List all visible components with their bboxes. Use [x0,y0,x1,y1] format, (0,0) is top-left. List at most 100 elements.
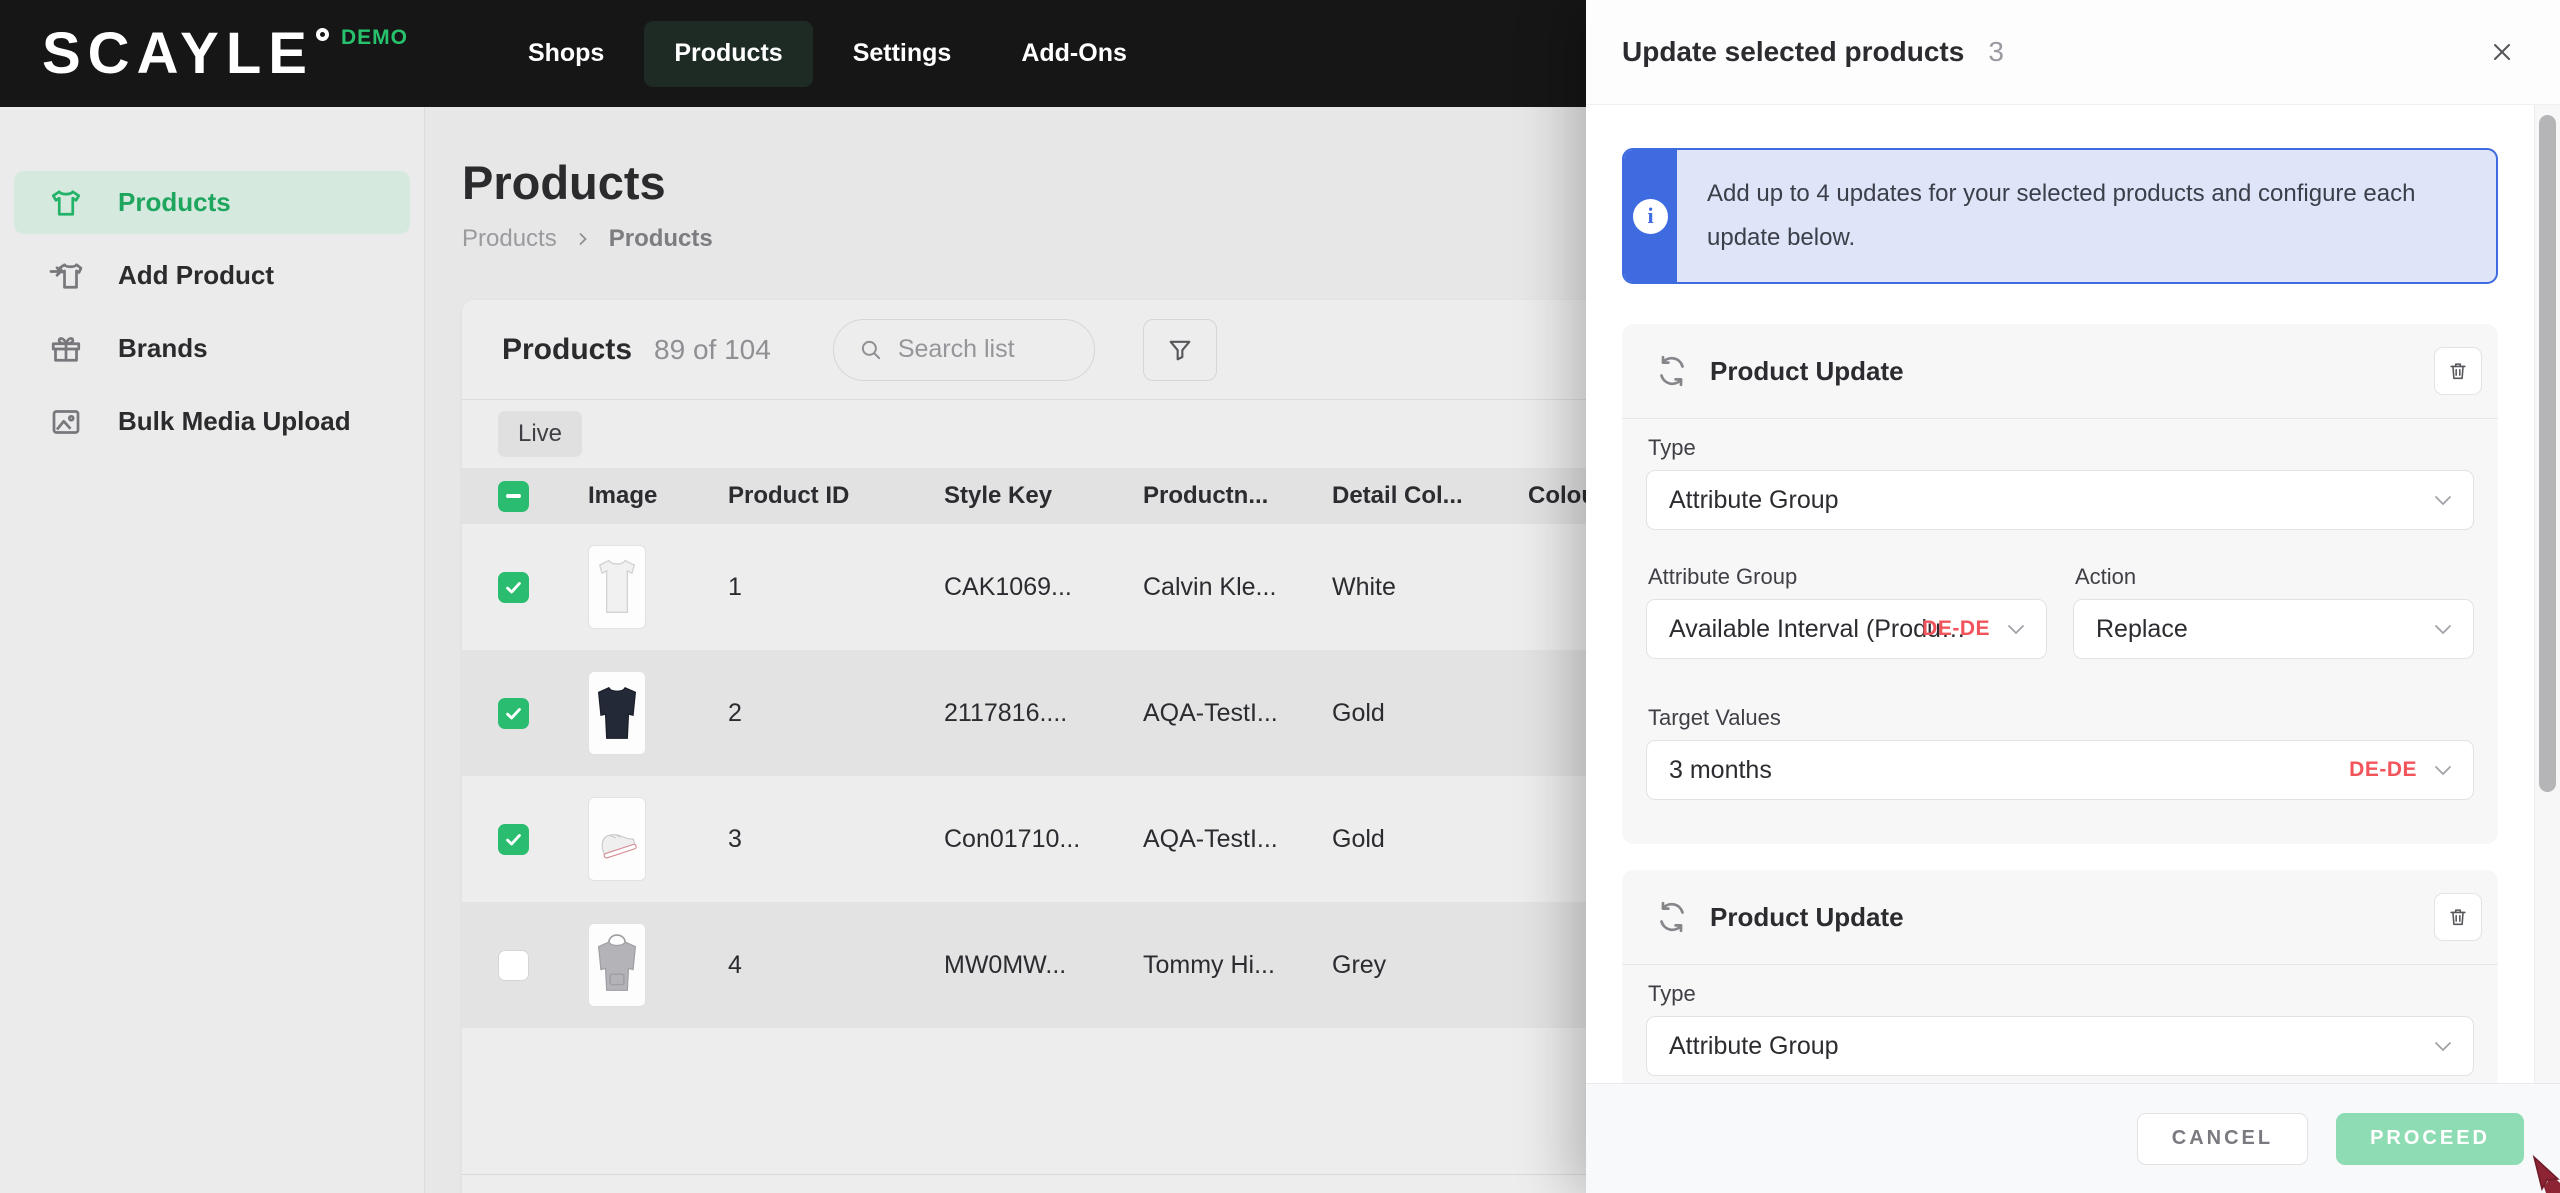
cell-style-key: Con01710... [944,824,1081,853]
action-label: Action [2075,564,2137,589]
sidebar: Products Add Product Brands Bulk Media U… [0,107,425,1193]
chevron-right-icon [579,233,587,245]
locale-tag: DE-DE [1922,617,1990,640]
logo-text: SCAYLE [42,20,314,86]
attribute-group-select[interactable]: Available Interval (Product... DE-DE [1646,599,2047,659]
chevron-down-icon [2435,1042,2451,1052]
col-style-key[interactable]: Style Key [944,482,1143,510]
col-image[interactable]: Image [588,482,728,510]
table-title: Products [502,332,633,366]
cancel-button[interactable]: CANCEL [2136,1112,2309,1165]
cell-product-id: 1 [728,572,742,601]
image-icon [48,404,84,440]
cell-detail-color: Gold [1332,698,1385,727]
cell-style-key: 2117816.... [944,698,1068,727]
table-count: 89 of 104 [654,333,771,365]
chevron-down-icon [2435,496,2451,506]
update-card-header: Product Update [1622,324,2498,419]
cell-style-key: CAK1069... [944,572,1072,601]
product-image [588,923,646,1007]
drawer-selected-count: 3 [1988,36,2004,67]
drawer-header: Update selected products 3 [1586,0,2560,105]
topnav-item-products[interactable]: Products [644,20,813,87]
proceed-button[interactable]: PROCEED [2336,1112,2524,1165]
topnav-item-shops[interactable]: Shops [498,21,634,87]
update-products-drawer: Update selected products 3 i Add up to 4… [1586,0,2560,1193]
col-productname[interactable]: Productn... [1143,482,1332,510]
drawer-scrollbar-track[interactable] [2534,105,2560,1083]
topnav-item-addons[interactable]: Add-Ons [991,21,1157,87]
attribute-group-label: Attribute Group [1648,564,1798,589]
type-label: Type [1648,435,1696,460]
sidebar-item-label: Products [118,187,231,217]
filter-button[interactable] [1142,318,1217,381]
product-update-card: Product Update Type Attribute Group [1622,870,2498,1083]
filter-funnel-icon [1169,340,1191,360]
trash-icon [2450,363,2466,380]
product-image [588,671,646,755]
row-checkbox[interactable] [498,697,529,729]
delete-update-button[interactable] [2434,347,2482,395]
col-product-id[interactable]: Product ID [728,482,944,510]
tab-live[interactable]: Live [498,411,583,457]
type-select[interactable]: Attribute Group [1646,1016,2474,1076]
cell-detail-color: Grey [1332,950,1387,979]
update-card-body: Type Attribute Group Attribute Group Ava… [1622,419,2498,844]
type-select[interactable]: Attribute Group [1646,470,2474,530]
sidebar-item-products[interactable]: Products [14,171,410,234]
cell-product-name: Calvin Kle... [1143,572,1277,601]
close-button[interactable] [2480,30,2524,74]
close-icon [2494,44,2510,60]
chevron-down-icon [2008,625,2024,635]
breadcrumb-root[interactable]: Products [462,225,557,253]
search-icon [861,340,880,359]
drawer-content: i Add up to 4 updates for your selected … [1586,105,2534,1083]
target-values-select[interactable]: 3 months DE-DE [1646,740,2474,800]
product-image [588,545,646,629]
search-input-wrapper [832,318,1095,381]
target-values-label: Target Values [1648,705,1781,730]
tshirt-icon [48,185,84,221]
sidebar-item-bulk-media-upload[interactable]: Bulk Media Upload [14,390,410,453]
search-input[interactable] [897,335,1058,364]
topnav-item-settings[interactable]: Settings [823,21,982,87]
row-checkbox[interactable] [498,949,529,981]
action-select[interactable]: Replace [2073,599,2474,659]
drawer-scrollbar-thumb[interactable] [2539,115,2556,792]
chevron-down-icon [2435,625,2451,635]
info-banner-text: Add up to 4 updates for your selected pr… [1707,180,2416,251]
product-image [588,797,646,881]
sidebar-item-brands[interactable]: Brands [14,317,410,380]
cell-product-id: 3 [728,824,742,853]
delete-update-button[interactable] [2434,893,2482,941]
sidebar-item-add-product[interactable]: Add Product [14,244,410,307]
cell-product-name: AQA-TestI... [1143,824,1278,853]
info-banner: i Add up to 4 updates for your selected … [1622,148,2498,284]
cell-product-id: 4 [728,950,742,979]
trash-icon [2450,909,2466,926]
drawer-footer: CANCEL PROCEED [1586,1083,2560,1193]
sidebar-item-label: Add Product [118,260,274,290]
scayle-logo: SCAYLE DEMO [42,20,408,86]
info-icon: i [1633,198,1668,234]
cell-product-id: 2 [728,698,742,727]
update-card-title: Product Update [1710,355,1904,386]
locale-tag: DE-DE [2349,758,2417,781]
select-all-checkbox[interactable] [498,480,529,512]
row-checkbox[interactable] [498,823,529,855]
logo-demo-badge: DEMO [340,25,408,49]
col-detail-color[interactable]: Detail Col... [1332,482,1528,510]
cell-product-name: AQA-TestI... [1143,698,1278,727]
sidebar-item-label: Brands [118,333,208,363]
info-banner-strip: i [1624,150,1677,282]
type-label: Type [1648,981,1696,1006]
top-navigation: Shops Products Settings Add-Ons [498,20,1157,87]
cell-style-key: MW0MW... [944,950,1067,979]
sync-icon [1660,355,1684,387]
add-product-icon [48,258,84,294]
update-card-header: Product Update [1622,870,2498,965]
breadcrumb: Products Products [462,225,713,253]
row-checkbox[interactable] [498,571,529,603]
drawer-title: Update selected products [1622,36,1965,67]
sidebar-item-label: Bulk Media Upload [118,406,351,436]
